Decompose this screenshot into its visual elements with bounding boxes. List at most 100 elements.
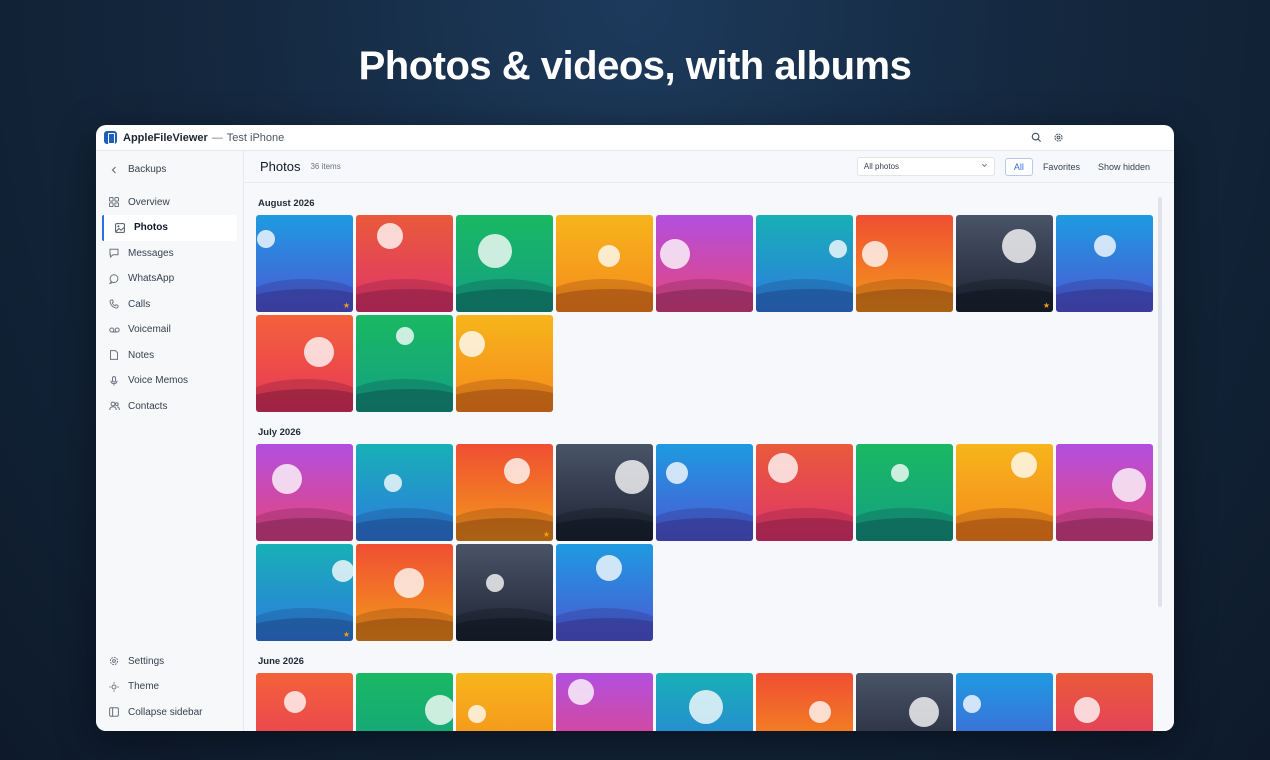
photo-thumbnail[interactable] [756, 215, 853, 312]
filter-tab-favorites[interactable]: Favorites [1035, 159, 1088, 175]
hill-shape [1056, 288, 1153, 312]
sidebar-item-label: Settings [128, 655, 165, 667]
photo-thumbnail[interactable] [1056, 673, 1153, 731]
sun-shape [890, 464, 909, 483]
hill-shape [656, 288, 753, 312]
hill-shape [956, 517, 1053, 541]
sun-shape [256, 230, 275, 249]
favorite-star-icon: ★ [342, 301, 350, 310]
sidebar-item-notes[interactable]: Notes [96, 343, 243, 369]
sun-shape [485, 573, 504, 592]
photo-thumbnail[interactable] [656, 444, 753, 541]
date-section-title: July 2026 [258, 427, 301, 438]
photo-thumbnail[interactable] [356, 444, 453, 541]
sidebar-item-label: Messages [128, 247, 174, 259]
photo-thumbnail[interactable] [456, 544, 553, 641]
sun-shape [504, 458, 531, 485]
sidebar-item-settings[interactable]: Settings [96, 649, 243, 675]
sidebar-item-theme[interactable]: Theme [96, 674, 243, 700]
scrollbar[interactable] [1158, 197, 1162, 607]
photo-thumbnail[interactable] [956, 673, 1053, 731]
search-icon[interactable] [1028, 130, 1044, 146]
photo-thumbnail[interactable] [256, 315, 353, 412]
sidebar-item-photos[interactable]: Photos [102, 215, 237, 241]
photo-thumbnail[interactable] [956, 444, 1053, 541]
photo-grid [244, 673, 1174, 731]
sun-icon [108, 681, 120, 693]
photo-thumbnail[interactable] [556, 544, 653, 641]
hill-shape [656, 517, 753, 541]
photo-thumbnail[interactable] [256, 444, 353, 541]
album-filter-value: All photos [863, 162, 900, 171]
sidebar-item-label: Theme [128, 681, 160, 693]
headline: Photos & videos, with albums [358, 44, 912, 88]
people-icon [108, 400, 120, 412]
filter-tab-show-hidden[interactable]: Show hidden [1090, 159, 1158, 175]
photo-thumbnail[interactable] [356, 215, 453, 312]
hill-shape [256, 617, 353, 641]
hill-shape [956, 288, 1053, 312]
photo-thumbnail[interactable] [356, 544, 453, 641]
photo-thumbnail[interactable] [456, 215, 553, 312]
hill-shape [256, 517, 353, 541]
hill-shape [356, 617, 453, 641]
sun-shape [477, 233, 512, 268]
sidebar-item-calls[interactable]: Calls [96, 292, 243, 318]
photo-thumbnail[interactable] [356, 673, 453, 731]
photo-thumbnail[interactable] [556, 444, 653, 541]
photo-thumbnail[interactable] [1056, 215, 1153, 312]
sun-shape [425, 694, 453, 725]
photo-thumbnail[interactable]: ★ [256, 544, 353, 641]
sidebar-item-label: WhatsApp [128, 273, 175, 285]
sidebar-item-voicemail[interactable]: Voicemail [96, 317, 243, 343]
photo-thumbnail[interactable] [1056, 444, 1153, 541]
photo-thumbnail[interactable] [856, 673, 953, 731]
sidebar-item-messages[interactable]: Messages [96, 241, 243, 267]
photo-thumbnail[interactable]: ★ [956, 215, 1053, 312]
app-icon [104, 131, 117, 144]
sidebar-icon [108, 706, 120, 718]
photo-thumbnail[interactable] [856, 215, 953, 312]
sidebar-item-voice-memos[interactable]: Voice Memos [96, 368, 243, 394]
sun-shape [596, 555, 623, 582]
sidebar-item-collapse-sidebar[interactable]: Collapse sidebar [96, 700, 243, 726]
photo-thumbnail[interactable] [356, 315, 453, 412]
sun-shape [809, 700, 832, 723]
sun-shape [1074, 696, 1101, 723]
sidebar-item-label: Overview [128, 196, 170, 208]
photo-thumbnail[interactable] [856, 444, 953, 541]
sun-shape [383, 473, 402, 492]
hill-shape [556, 517, 653, 541]
page-title: Photos [260, 159, 301, 174]
photo-thumbnail[interactable]: ★ [256, 215, 353, 312]
photo-thumbnail[interactable] [556, 673, 653, 731]
photo-thumbnail[interactable] [656, 215, 753, 312]
photo-thumbnail[interactable] [256, 673, 353, 731]
sidebar-item-whatsapp[interactable]: WhatsApp [96, 266, 243, 292]
hill-shape [356, 517, 453, 541]
photo-thumbnail[interactable] [756, 673, 853, 731]
photo-thumbnail[interactable]: ★ [456, 444, 553, 541]
photo-grid: ★ ★ [244, 444, 1174, 641]
photo-thumbnail[interactable] [656, 673, 753, 731]
back-to-backups[interactable]: Backups [96, 157, 243, 183]
hill-shape [456, 288, 553, 312]
album-filter-select[interactable]: All photos [856, 157, 995, 176]
filter-tab-all[interactable]: All [1004, 157, 1033, 176]
sidebar-item-overview[interactable]: Overview [96, 190, 243, 216]
hill-shape [1056, 517, 1153, 541]
sidebar: Backups Overview Photos Messages WhatsApp Ca… [96, 151, 244, 731]
sun-shape [614, 459, 649, 494]
sidebar-item-contacts[interactable]: Contacts [96, 394, 243, 420]
note-icon [108, 349, 120, 361]
gear-icon[interactable] [1050, 130, 1066, 146]
photo-thumbnail[interactable] [456, 315, 553, 412]
photo-scroll-area[interactable]: August 2026 ★ ★ July 2026 ★ ★ June 2026 [244, 183, 1174, 731]
photo-thumbnail[interactable] [456, 673, 553, 731]
sidebar-item-label: Collapse sidebar [128, 706, 203, 718]
photos-toolbar: Photos 36 items All photos All Favorites S… [244, 151, 1174, 183]
photo-thumbnail[interactable] [556, 215, 653, 312]
photo-thumbnail[interactable] [756, 444, 853, 541]
hill-shape [256, 388, 353, 412]
title-bar: AppleFileViewer — Test iPhone [96, 125, 1174, 151]
